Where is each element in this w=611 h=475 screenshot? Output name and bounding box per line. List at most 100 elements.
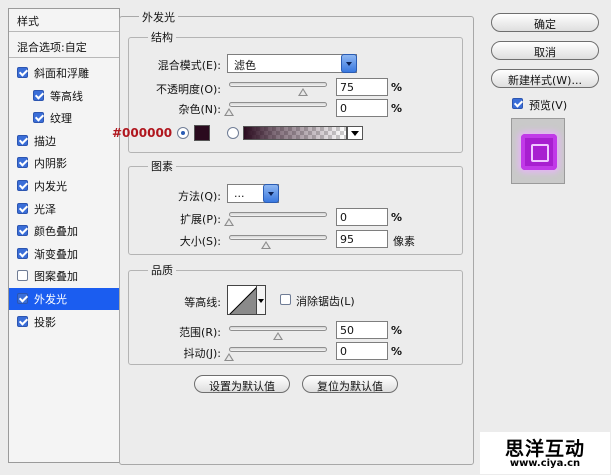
sidebar-item[interactable]: 内发光 bbox=[9, 175, 119, 197]
sidebar-item-label: 内阴影 bbox=[34, 157, 67, 171]
sidebar-item[interactable]: 纹理 bbox=[9, 107, 119, 129]
sidebar-item-checkbox[interactable] bbox=[17, 157, 28, 169]
opacity-slider-thumb[interactable] bbox=[297, 88, 308, 96]
range-slider[interactable] bbox=[229, 326, 327, 331]
styles-list: 样式 混合选项:自定 斜面和浮雕等高线纹理描边内阴影内发光光泽颜色叠加渐变叠加图… bbox=[8, 8, 120, 463]
contour-preview[interactable] bbox=[227, 285, 257, 315]
sidebar-item-label: 纹理 bbox=[50, 112, 72, 126]
sidebar-item-checkbox[interactable] bbox=[17, 293, 28, 304]
style-preview-thumbnail bbox=[511, 118, 565, 184]
sidebar-item-checkbox[interactable] bbox=[17, 180, 28, 191]
spread-slider[interactable] bbox=[229, 212, 327, 217]
preview-label: 预览(V) bbox=[529, 99, 568, 112]
size-label: 大小(S): bbox=[179, 235, 221, 248]
watermark-title: 思洋互动 bbox=[504, 438, 585, 460]
sidebar-item[interactable]: 渐变叠加 bbox=[9, 243, 119, 265]
size-slider[interactable] bbox=[229, 235, 327, 240]
contour-dropdown-icon[interactable] bbox=[257, 285, 266, 315]
sidebar-item[interactable]: 颜色叠加 bbox=[9, 220, 119, 242]
sidebar-item-checkbox[interactable] bbox=[17, 67, 28, 78]
noise-slider[interactable] bbox=[229, 102, 327, 107]
blend-mode-select[interactable]: 滤色 bbox=[227, 54, 357, 73]
sidebar-item-checkbox[interactable] bbox=[17, 270, 28, 282]
noise-slider-thumb[interactable] bbox=[224, 108, 234, 116]
sidebar-item-checkbox[interactable] bbox=[17, 225, 28, 237]
styles-header: 样式 bbox=[9, 9, 119, 32]
blend-mode-value: 滤色 bbox=[234, 59, 256, 72]
sidebar-item[interactable]: 外发光 bbox=[9, 288, 119, 310]
sidebar-item-label: 渐变叠加 bbox=[34, 247, 78, 261]
spread-label: 扩展(P): bbox=[180, 213, 221, 226]
glow-color-swatch[interactable] bbox=[194, 125, 210, 141]
solid-color-radio[interactable] bbox=[177, 127, 189, 139]
sidebar-item-checkbox[interactable] bbox=[33, 89, 44, 101]
sidebar-item-checkbox[interactable] bbox=[33, 112, 44, 124]
new-style-button[interactable]: 新建样式(W)... bbox=[491, 69, 599, 88]
technique-value: ... bbox=[234, 187, 245, 200]
gradient-radio[interactable] bbox=[227, 127, 239, 139]
jitter-unit: % bbox=[391, 345, 403, 358]
sidebar-item-label: 颜色叠加 bbox=[34, 225, 78, 239]
sidebar-item-label: 内发光 bbox=[34, 180, 67, 193]
sidebar-item[interactable]: 描边 bbox=[9, 130, 119, 152]
contour-curve-icon bbox=[229, 287, 256, 314]
jitter-slider[interactable] bbox=[229, 347, 327, 352]
blend-mode-label: 混合模式(E): bbox=[157, 59, 221, 72]
spread-slider-thumb[interactable] bbox=[224, 218, 234, 226]
contour-label: 等高线: bbox=[184, 296, 221, 309]
technique-select[interactable]: ... bbox=[227, 184, 279, 203]
noise-input[interactable]: 0 bbox=[336, 99, 388, 117]
sidebar-item-label: 外发光 bbox=[34, 293, 67, 306]
jitter-input[interactable]: 0 bbox=[336, 342, 388, 360]
opacity-slider[interactable] bbox=[229, 82, 327, 87]
chevron-down-icon[interactable] bbox=[263, 184, 279, 203]
sidebar-item-label: 斜面和浮雕 bbox=[34, 67, 89, 80]
preview-gem-graphic bbox=[521, 134, 557, 170]
sidebar-item[interactable]: 等高线 bbox=[9, 85, 119, 107]
opacity-unit: % bbox=[391, 81, 403, 94]
anti-alias-label: 消除锯齿(L) bbox=[296, 295, 355, 308]
set-default-button[interactable]: 设置为默认值 bbox=[194, 375, 290, 393]
chevron-down-icon[interactable] bbox=[341, 54, 357, 73]
color-hex-label: #000000 bbox=[112, 126, 173, 140]
opacity-label: 不透明度(O): bbox=[156, 83, 221, 96]
size-unit: 像素 bbox=[393, 235, 415, 248]
gradient-dropdown-icon[interactable] bbox=[347, 126, 363, 140]
sidebar-item-label: 光泽 bbox=[34, 202, 56, 216]
reset-default-button[interactable]: 复位为默认值 bbox=[302, 375, 398, 393]
cancel-button[interactable]: 取消 bbox=[491, 41, 599, 60]
spread-unit: % bbox=[391, 211, 403, 224]
size-slider-thumb[interactable] bbox=[261, 241, 272, 249]
range-slider-thumb[interactable] bbox=[273, 332, 283, 340]
sidebar-item-checkbox[interactable] bbox=[17, 247, 28, 259]
noise-unit: % bbox=[391, 102, 403, 115]
noise-label: 杂色(N): bbox=[178, 103, 221, 116]
gradient-swatch[interactable] bbox=[243, 126, 347, 140]
range-unit: % bbox=[391, 324, 403, 337]
range-input[interactable]: 50 bbox=[336, 321, 388, 339]
sidebar-item-label: 描边 bbox=[34, 134, 56, 148]
quality-title: 品质 bbox=[148, 262, 176, 278]
jitter-slider-thumb[interactable] bbox=[224, 353, 234, 361]
watermark-url: www.ciya.cn bbox=[509, 458, 581, 469]
opacity-input[interactable]: 75 bbox=[336, 78, 388, 96]
preview-checkbox[interactable] bbox=[512, 98, 523, 109]
technique-label: 方法(Q): bbox=[178, 190, 221, 203]
sidebar-item[interactable]: 斜面和浮雕 bbox=[9, 62, 119, 84]
spread-input[interactable]: 0 bbox=[336, 208, 388, 226]
anti-alias-checkbox[interactable] bbox=[280, 294, 291, 305]
sidebar-item[interactable]: 投影 bbox=[9, 311, 119, 333]
range-label: 范围(R): bbox=[179, 326, 221, 339]
sidebar-item-checkbox[interactable] bbox=[17, 134, 28, 146]
size-input[interactable]: 95 bbox=[336, 230, 388, 248]
watermark: 思洋互动 www.ciya.cn bbox=[480, 432, 610, 474]
sidebar-item-checkbox[interactable] bbox=[17, 202, 28, 214]
sidebar-item[interactable]: 光泽 bbox=[9, 198, 119, 220]
sidebar-item[interactable]: 图案叠加 bbox=[9, 265, 119, 287]
ok-button[interactable]: 确定 bbox=[491, 13, 599, 32]
sidebar-item-checkbox[interactable] bbox=[17, 315, 28, 327]
blend-options-item[interactable]: 混合选项:自定 bbox=[9, 35, 119, 58]
sidebar-item-label: 等高线 bbox=[50, 89, 83, 103]
jitter-label: 抖动(J): bbox=[183, 347, 221, 360]
sidebar-item[interactable]: 内阴影 bbox=[9, 152, 119, 174]
